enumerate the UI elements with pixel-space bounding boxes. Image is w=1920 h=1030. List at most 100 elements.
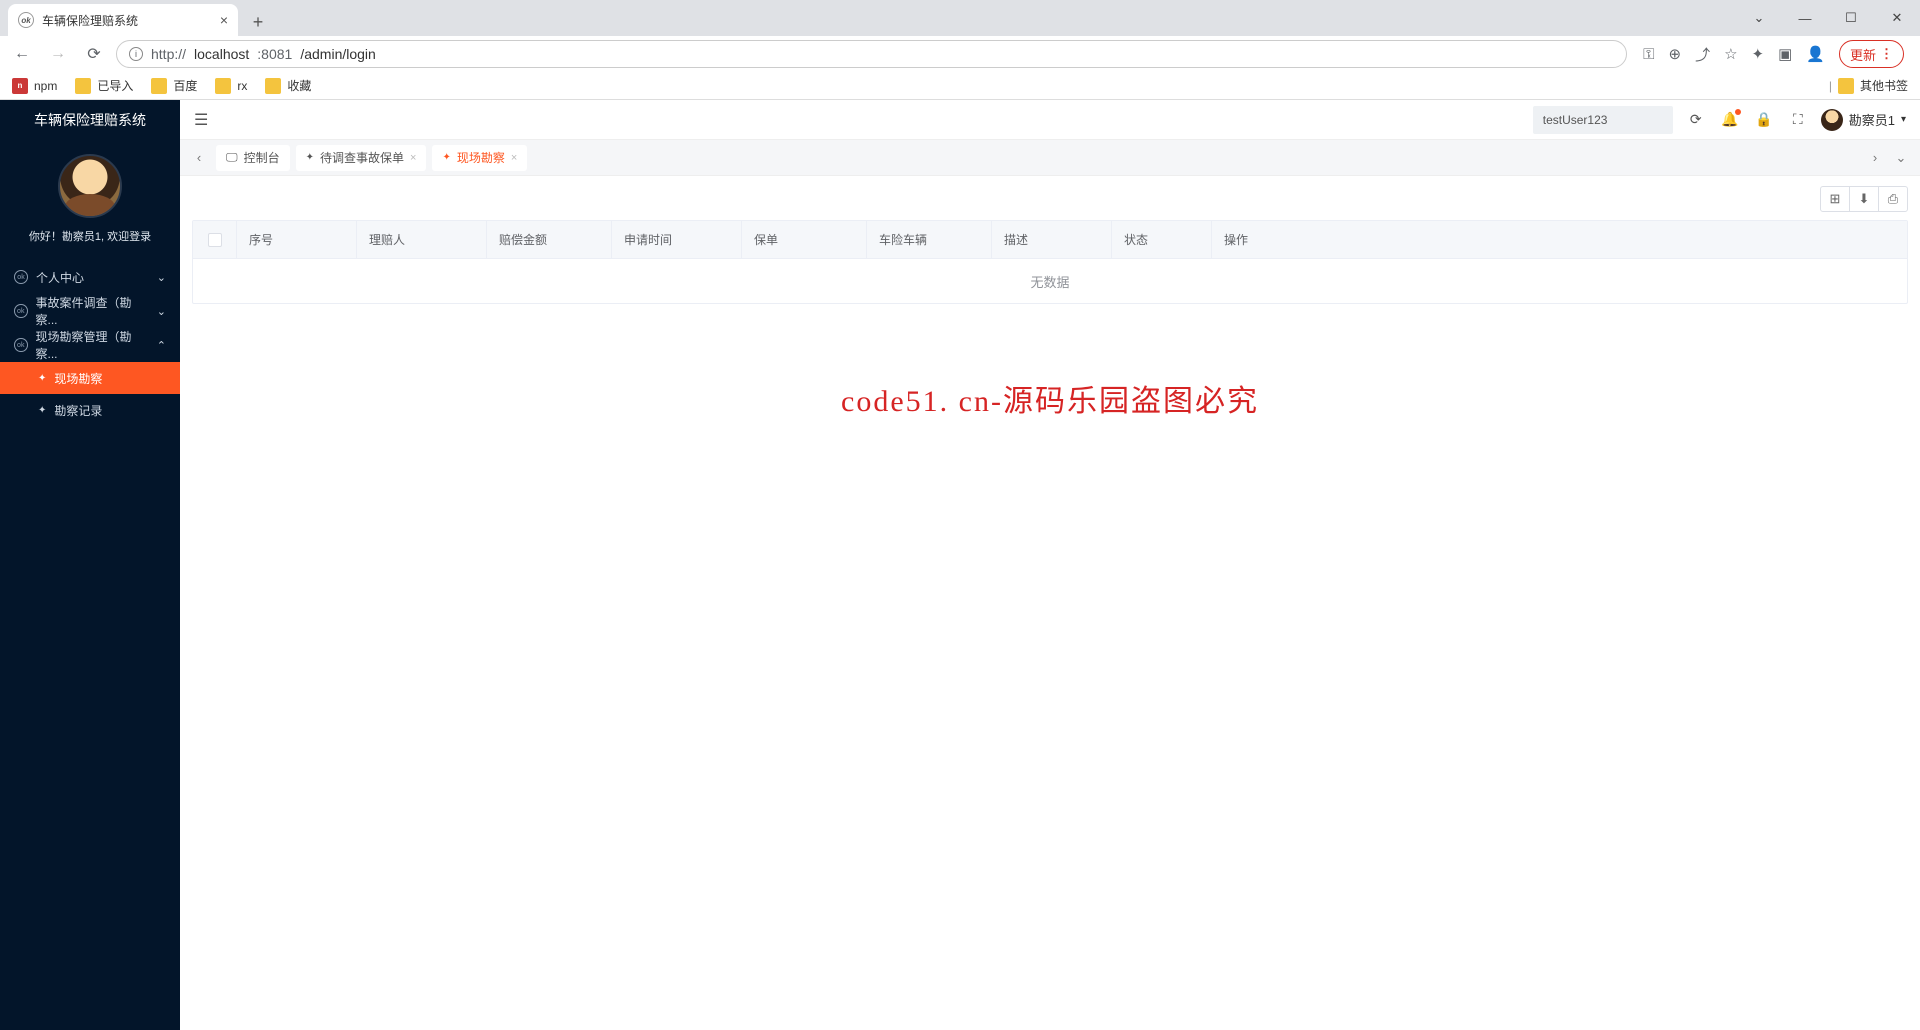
bookmark-star-icon[interactable]: ☆ [1724,45,1737,63]
sidebar-item-label: 个人中心 [36,269,84,286]
col-op: 操作 [1212,221,1907,258]
browser-tab-bar: ok 车辆保险理赔系统 × + ⌄ — ☐ ✕ [0,0,1920,36]
circle-icon: ok [14,338,28,352]
col-person: 理赔人 [357,221,487,258]
pin-icon: ✦ [306,152,314,163]
bookmark-baidu[interactable]: 百度 [151,77,197,94]
panel-icon[interactable]: ▣ [1778,45,1792,63]
folder-icon [265,78,281,94]
sidebar-item-investigation[interactable]: ok 事故案件调查（勘察... ⌄ [0,294,180,328]
col-desc: 描述 [992,221,1112,258]
export-button[interactable]: ⬇ [1849,186,1879,212]
avatar [58,154,122,218]
update-button[interactable]: 更新 ⋮ [1839,40,1904,68]
app-title: 车辆保险理赔系统 [0,100,180,140]
print-button[interactable]: ⎙ [1878,186,1908,212]
content-area: ⊞ ⬇ ⎙ 序号 理赔人 赔偿金额 申请时间 保单 车险车辆 描述 状态 操作 … [180,176,1920,1030]
tab-label: 控制台 [244,149,280,166]
close-window-icon[interactable]: ✕ [1874,0,1920,36]
select-all-header[interactable] [193,221,237,258]
caret-down-icon: ▾ [1901,114,1906,125]
table-toolbar: ⊞ ⬇ ⎙ [192,186,1908,212]
search-input[interactable] [1533,106,1673,134]
data-table: 序号 理赔人 赔偿金额 申请时间 保单 车险车辆 描述 状态 操作 无数据 [192,220,1908,304]
site-info-icon[interactable]: i [129,47,143,61]
reload-button[interactable]: ⟳ [80,40,108,68]
bookmark-rx[interactable]: rx [215,78,247,94]
tab-pending[interactable]: ✦ 待调查事故保单 × [296,145,427,171]
sidebar-item-personal[interactable]: ok 个人中心 ⌄ [0,260,180,294]
maximize-icon[interactable]: ☐ [1828,0,1874,36]
address-bar: ← → ⟳ i http://localhost:8081/admin/logi… [0,36,1920,72]
extensions-icon[interactable]: ✦ [1752,45,1765,63]
collapse-sidebar-icon[interactable]: ☰ [194,110,208,130]
close-icon[interactable]: × [410,152,416,164]
tabs-prev-button[interactable]: ‹ [188,147,210,169]
bookmark-npm[interactable]: nnpm [12,78,57,94]
username-label: 勘察员1 [1849,110,1895,129]
pin-icon: ✦ [38,405,46,416]
col-time: 申请时间 [612,221,742,258]
sidebar-item-label: 事故案件调查（勘察... [36,294,149,328]
new-tab-button[interactable]: + [244,8,272,36]
forward-button[interactable]: → [44,40,72,68]
bell-icon[interactable]: 🔔 [1719,109,1741,131]
main-area: ☰ ⟳ 🔔 🔒 ⛶ 勘察员1 ▾ ‹ 🖵 控制台 ✦ 待调查事故保单 × [180,100,1920,1030]
monitor-icon: 🖵 [226,150,238,165]
watermark-text: code51. cn-源码乐园盗图必究 [841,376,1259,420]
tab-survey[interactable]: ✦ 现场勘察 × [432,145,527,171]
circle-icon: ok [14,270,28,284]
sidebar-subitem-survey[interactable]: ✦ 现场勘察 [0,362,180,394]
col-policy: 保单 [742,221,867,258]
refresh-icon[interactable]: ⟳ [1685,109,1707,131]
lock-icon[interactable]: 🔒 [1753,109,1775,131]
tab-label: 待调查事故保单 [320,149,404,166]
minimize-icon[interactable]: — [1782,0,1828,36]
col-amount: 赔偿金额 [487,221,612,258]
profile-icon[interactable]: 👤 [1806,45,1825,63]
folder-icon [215,78,231,94]
sidebar-item-label: 现场勘察管理（勘察... [36,328,149,362]
checkbox[interactable] [208,233,222,247]
fullscreen-icon[interactable]: ⛶ [1787,109,1809,131]
pin-icon: ✦ [442,152,450,163]
tabs-next-button[interactable]: › [1864,147,1886,169]
empty-text: 无数据 [193,259,1907,303]
zoom-icon[interactable]: ⊕ [1668,45,1681,63]
tab-label: 现场勘察 [457,149,505,166]
tab-console[interactable]: 🖵 控制台 [216,145,290,171]
topbar: ☰ ⟳ 🔔 🔒 ⛶ 勘察员1 ▾ [180,100,1920,140]
avatar-small [1821,109,1843,131]
close-icon[interactable]: × [220,12,228,28]
url-port: :8081 [257,46,292,62]
back-button[interactable]: ← [8,40,36,68]
password-key-icon[interactable]: ⚿ [1643,46,1654,63]
browser-tab[interactable]: ok 车辆保险理赔系统 × [8,4,238,36]
sidebar-item-label: 现场勘察 [54,370,102,387]
user-menu[interactable]: 勘察员1 ▾ [1821,109,1906,131]
chevron-down-icon: ⌄ [157,271,166,284]
welcome-text: 你好！勘察员1, 欢迎登录 [29,228,151,244]
bookmark-imported[interactable]: 已导入 [75,77,133,94]
table-header: 序号 理赔人 赔偿金额 申请时间 保单 车险车辆 描述 状态 操作 [193,221,1907,259]
col-seq: 序号 [237,221,357,258]
dropdown-icon[interactable]: ⌄ [1736,0,1782,36]
share-icon[interactable]: ⤴ [1695,44,1710,65]
folder-icon [1838,78,1854,94]
app-container: 车辆保险理赔系统 你好！勘察员1, 欢迎登录 ok 个人中心 ⌄ ok 事故案件… [0,100,1920,1030]
url-input[interactable]: i http://localhost:8081/admin/login [116,40,1627,68]
folder-icon [151,78,167,94]
pin-icon: ✦ [38,373,46,384]
profile-block: 你好！勘察员1, 欢迎登录 [0,140,180,260]
close-icon[interactable]: × [511,152,517,164]
bookmarks-bar: nnpm 已导入 百度 rx 收藏 |其他书签 [0,72,1920,100]
window-controls: ⌄ — ☐ ✕ [1736,0,1920,36]
favicon-icon: ok [18,12,34,28]
bookmark-fav[interactable]: 收藏 [265,77,311,94]
sidebar-item-survey-mgmt[interactable]: ok 现场勘察管理（勘察... ⌃ [0,328,180,362]
columns-button[interactable]: ⊞ [1820,186,1850,212]
other-bookmarks[interactable]: |其他书签 [1829,77,1908,94]
sidebar-subitem-record[interactable]: ✦ 勘察记录 [0,394,180,426]
tabs-menu-button[interactable]: ⌄ [1890,147,1912,169]
browser-tab-title: 车辆保险理赔系统 [42,12,138,29]
